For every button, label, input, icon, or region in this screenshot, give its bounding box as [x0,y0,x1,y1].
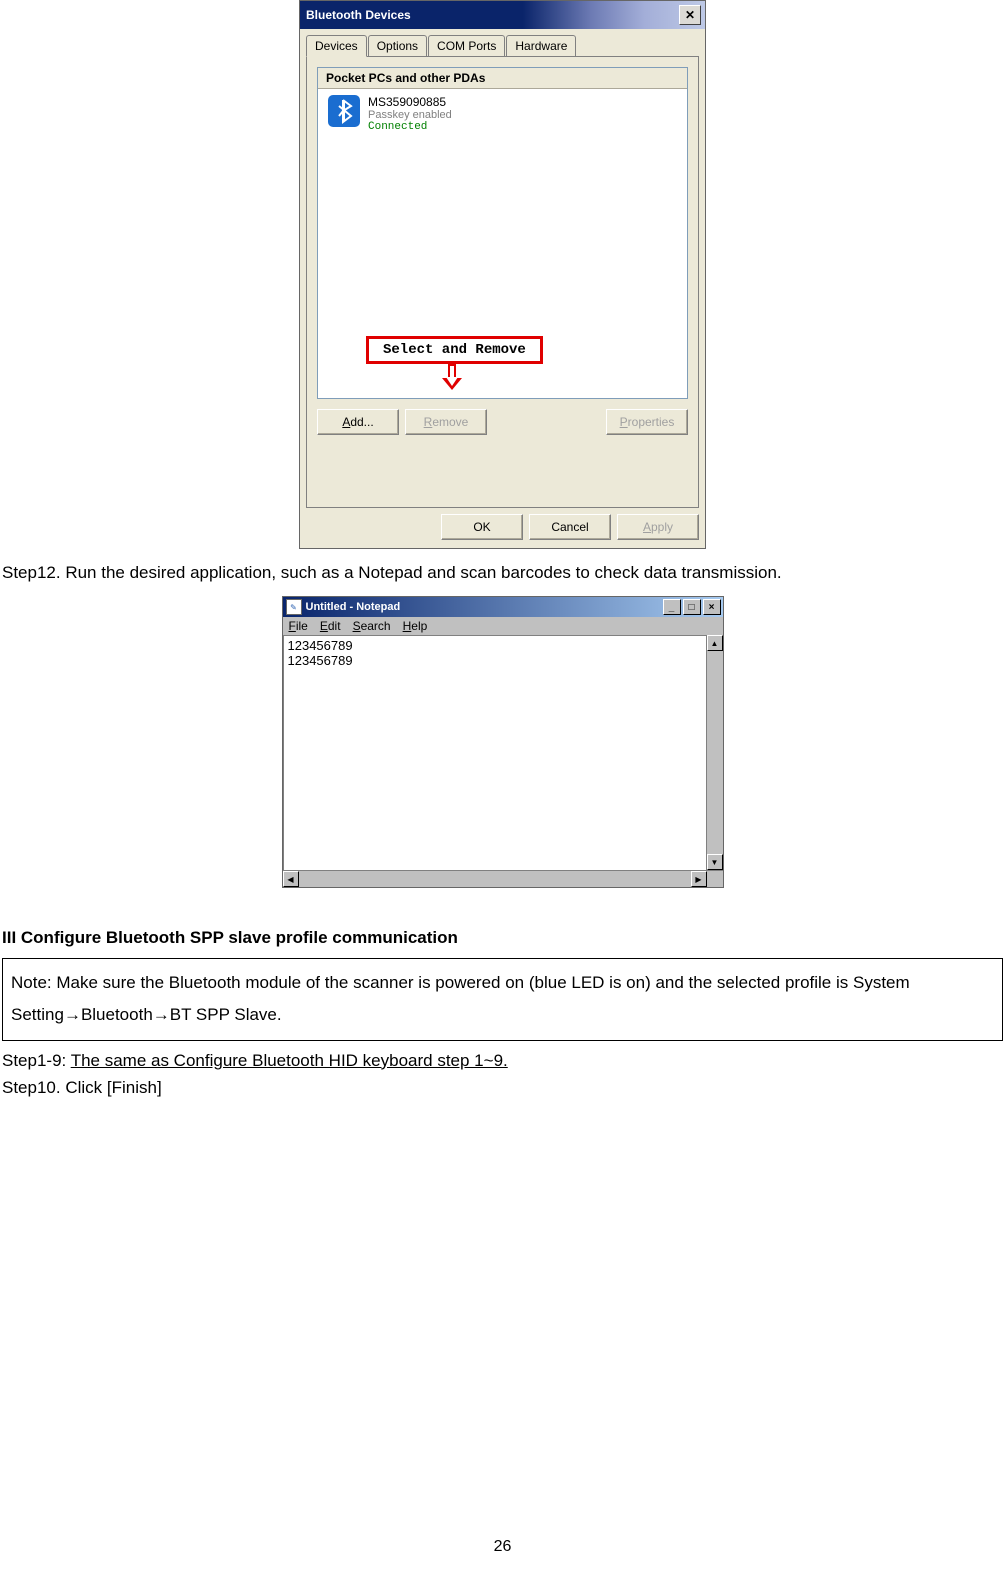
notepad-menubar: File Edit Search Help [283,617,723,635]
notepad-text-area[interactable]: 123456789 123456789 [283,635,706,870]
page-number: 26 [0,1538,1005,1556]
tab-strip: Devices Options COM Ports Hardware [300,29,705,56]
scroll-down-icon[interactable]: ▼ [707,854,723,870]
notepad-app-icon: ✎ [286,599,302,615]
apply-button[interactable]: Apply [617,514,699,540]
ok-button[interactable]: OK [441,514,523,540]
note-text-post: BT SPP Slave. [170,1005,282,1024]
dialog-titlebar: Bluetooth Devices ✕ [300,1,705,29]
tab-devices[interactable]: Devices [306,35,367,57]
notepad-window: ✎ Untitled - Notepad _ □ × File Edit Sea… [282,596,724,888]
tab-options[interactable]: Options [368,35,427,56]
close-icon: ✕ [685,8,695,22]
properties-button[interactable]: Properties [606,409,688,435]
notepad-title: Untitled - Notepad [306,601,661,613]
notepad-close-button[interactable]: × [703,599,721,615]
device-listbox[interactable]: Pocket PCs and other PDAs MS359090885 Pa… [317,67,688,399]
menu-help[interactable]: Help [403,619,428,633]
step12-text: Step12. Run the desired application, suc… [2,559,1003,586]
cancel-button[interactable]: Cancel [529,514,611,540]
dialog-button-row: OK Cancel Apply [300,514,705,548]
minimize-button[interactable]: _ [663,599,681,615]
step10-line: Step10. Click [Finish] [2,1074,1003,1101]
bluetooth-icon [328,95,360,127]
scroll-up-icon[interactable]: ▲ [707,635,723,651]
device-subtitle: Passkey enabled [368,109,452,121]
callout-select-remove: Select and Remove [366,336,543,364]
device-status: Connected [368,121,452,133]
device-text-block: MS359090885 Passkey enabled Connected [368,95,452,133]
add-button[interactable]: Add... [317,409,399,435]
menu-edit[interactable]: Edit [320,619,341,633]
section-3-heading: III Configure Bluetooth SPP slave profil… [2,928,1003,948]
arrow-icon: → [153,1005,170,1024]
device-list-item[interactable]: MS359090885 Passkey enabled Connected [318,89,687,139]
step1-9-line: Step1-9: The same as Configure Bluetooth… [2,1047,1003,1074]
dialog-title: Bluetooth Devices [306,8,679,22]
notepad-titlebar: ✎ Untitled - Notepad _ □ × [283,597,723,617]
tab-com-ports[interactable]: COM Ports [428,35,505,56]
device-name: MS359090885 [368,95,452,109]
step1-9-prefix: Step1-9: [2,1051,71,1070]
callout-arrow-icon [438,364,464,390]
scroll-right-icon[interactable]: ▶ [691,871,707,887]
tab-panel-devices: Pocket PCs and other PDAs MS359090885 Pa… [306,56,699,508]
panel-button-row: Add... Remove Properties [317,409,688,435]
maximize-button[interactable]: □ [683,599,701,615]
horizontal-scrollbar[interactable]: ◀ ▶ [283,870,723,887]
listbox-group-header: Pocket PCs and other PDAs [318,68,687,89]
scroll-left-icon[interactable]: ◀ [283,871,299,887]
arrow-icon: → [64,1005,81,1024]
bluetooth-devices-dialog: Bluetooth Devices ✕ Devices Options COM … [299,0,706,549]
close-button[interactable]: ✕ [679,5,701,25]
tab-hardware[interactable]: Hardware [506,35,576,56]
note-text-mid1: Bluetooth [81,1005,153,1024]
step1-9-link: The same as Configure Bluetooth HID keyb… [71,1051,508,1070]
vertical-scrollbar[interactable]: ▲ ▼ [706,635,723,870]
menu-file[interactable]: File [289,619,308,633]
note-box: Note: Make sure the Bluetooth module of … [2,958,1003,1041]
remove-button[interactable]: Remove [405,409,487,435]
scroll-corner [707,871,723,887]
menu-search[interactable]: Search [353,619,391,633]
